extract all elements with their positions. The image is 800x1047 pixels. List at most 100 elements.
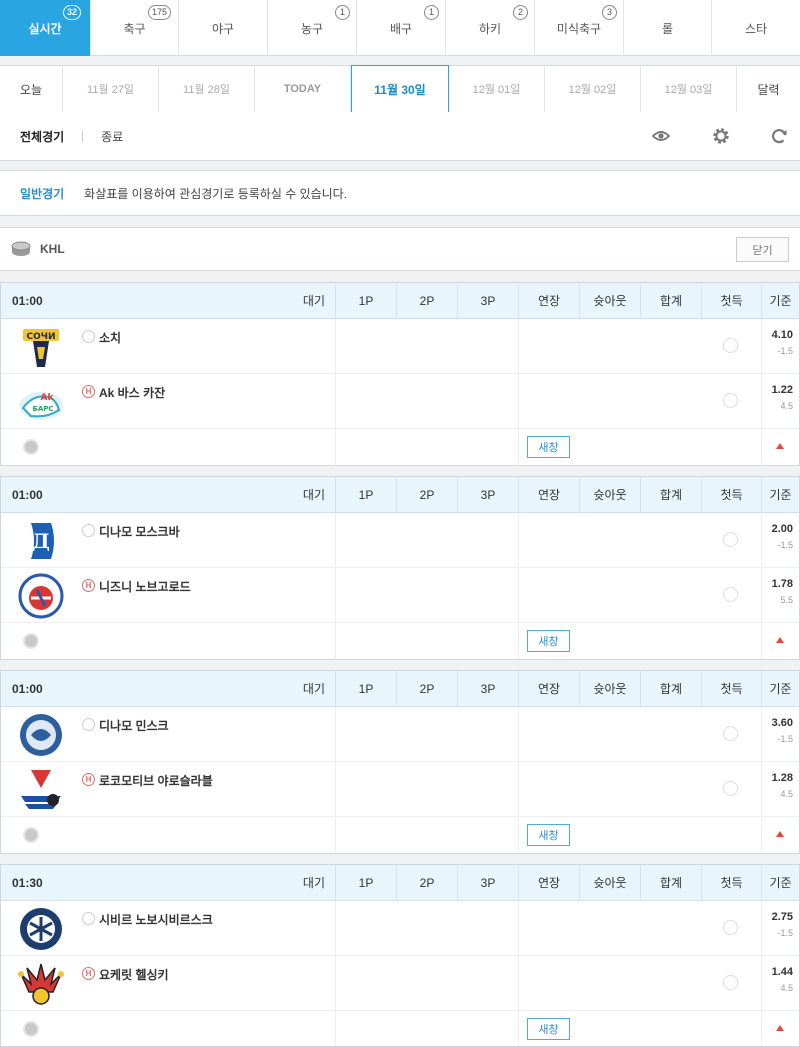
- away-mark: [82, 718, 95, 731]
- filter-bar: 전체경기 종료: [0, 112, 800, 161]
- team-odds: 4.10: [771, 329, 793, 341]
- date-item-selected[interactable]: 11월 30일: [351, 65, 449, 113]
- first-goal-radio[interactable]: [723, 975, 738, 990]
- team-name: 디나모 민스크: [99, 719, 169, 733]
- col-header-2p: 2P: [396, 671, 457, 707]
- first-goal-radio[interactable]: [723, 587, 738, 602]
- team-logo-sibir: [20, 908, 62, 950]
- match-header: 01:00 대기 1P 2P 3P 연장 슛아웃 합계 첫득 기준: [1, 477, 799, 513]
- gear-icon[interactable]: [711, 126, 731, 146]
- tab-hockey[interactable]: 하키 2: [446, 0, 535, 56]
- team-name: 니즈니 노브고로드: [99, 580, 191, 594]
- refresh-icon[interactable]: [769, 126, 789, 146]
- team-odds: 1.44: [771, 966, 793, 978]
- tab-label: 스타: [744, 21, 768, 36]
- col-header-3p: 3P: [457, 477, 518, 513]
- col-header-total: 합계: [640, 477, 701, 513]
- close-league-button[interactable]: 닫기: [736, 237, 789, 262]
- tab-starcraft[interactable]: 스타: [712, 0, 800, 56]
- svg-text:Д: Д: [32, 529, 50, 553]
- arrow-up-icon[interactable]: [776, 831, 784, 837]
- team-odds: 1.78: [771, 578, 793, 590]
- svg-text:БАРС: БАРС: [32, 405, 53, 413]
- favorite-toggle-icon[interactable]: [23, 1021, 39, 1037]
- tab-label: 하키: [478, 21, 502, 36]
- col-header-overtime: 연장: [518, 283, 579, 319]
- team-name: 로코모티브 야로슬라블: [99, 774, 213, 788]
- tab-volleyball[interactable]: 배구 1: [357, 0, 446, 56]
- away-mark: [82, 330, 95, 343]
- team-handicap: 5.5: [780, 595, 793, 605]
- match-footer: 새창: [1, 1011, 799, 1047]
- col-header-3p: 3P: [457, 671, 518, 707]
- date-item[interactable]: 12월 02일: [545, 66, 641, 112]
- filter-ended-games[interactable]: 종료: [101, 128, 123, 145]
- svg-text:СОЧИ: СОЧИ: [26, 332, 55, 342]
- arrow-up-icon[interactable]: [776, 443, 784, 449]
- favorite-toggle-icon[interactable]: [23, 439, 39, 455]
- match-time: 01:00: [12, 682, 43, 696]
- col-header-first-goal: 첫득: [701, 865, 761, 901]
- col-header-total: 합계: [640, 671, 701, 707]
- tab-basketball[interactable]: 농구 1: [268, 0, 357, 56]
- favorite-toggle-icon[interactable]: [23, 633, 39, 649]
- col-header-2p: 2P: [396, 477, 457, 513]
- favorite-toggle-icon[interactable]: [23, 827, 39, 843]
- arrow-up-icon[interactable]: [776, 1025, 784, 1031]
- new-window-button[interactable]: 새창: [527, 1018, 570, 1040]
- new-window-button[interactable]: 새창: [527, 630, 570, 652]
- first-goal-radio[interactable]: [723, 781, 738, 796]
- tab-baseball[interactable]: 야구: [179, 0, 268, 56]
- sport-tabs: 실시간 32 축구 175 야구 농구 1 배구 1 하키 2 미식축구 3 롤…: [0, 0, 800, 56]
- first-goal-radio[interactable]: [723, 726, 738, 741]
- date-item[interactable]: 12월 01일: [449, 66, 545, 112]
- date-today-link[interactable]: 오늘: [0, 66, 63, 112]
- col-header-base: 기준: [761, 865, 799, 901]
- tab-label: 실시간: [28, 21, 62, 36]
- team-row-away: СОЧИ 소치 4.10 -1.5: [1, 319, 799, 374]
- col-header-first-goal: 첫득: [701, 283, 761, 319]
- match-block: 01:00 대기 1P 2P 3P 연장 슛아웃 합계 첫득 기준 디나모 민스…: [0, 670, 800, 854]
- col-header-first-goal: 첫득: [701, 477, 761, 513]
- date-item[interactable]: 11월 28일: [159, 66, 255, 112]
- tab-soccer[interactable]: 축구 175: [91, 0, 179, 56]
- match-footer: 새창: [1, 817, 799, 853]
- calendar-link[interactable]: 달력: [737, 66, 800, 112]
- tab-label: 배구: [389, 21, 413, 36]
- col-header-1p: 1P: [335, 671, 396, 707]
- match-status: 대기: [302, 488, 325, 502]
- tab-lol[interactable]: 롤: [624, 0, 712, 56]
- first-goal-radio[interactable]: [723, 920, 738, 935]
- team-name: 디나모 모스크바: [99, 525, 180, 539]
- filter-all-games[interactable]: 전체경기: [20, 128, 64, 145]
- col-header-3p: 3P: [457, 865, 518, 901]
- tab-live[interactable]: 실시간 32: [0, 0, 91, 56]
- col-header-1p: 1P: [335, 477, 396, 513]
- date-item-today[interactable]: TODAY: [255, 66, 351, 112]
- col-header-1p: 1P: [335, 865, 396, 901]
- team-handicap: 4.5: [780, 401, 793, 411]
- team-handicap: -1.5: [777, 346, 793, 356]
- date-item[interactable]: 12월 03일: [641, 66, 737, 112]
- filter-divider: [82, 130, 84, 142]
- tab-label: 농구: [300, 21, 324, 36]
- team-logo-dinamo-minsk: [20, 714, 62, 756]
- tab-american-football[interactable]: 미식축구 3: [535, 0, 624, 56]
- col-header-total: 합계: [640, 283, 701, 319]
- first-goal-radio[interactable]: [723, 532, 738, 547]
- eye-icon[interactable]: [651, 126, 671, 146]
- tab-count-badge: 1: [335, 5, 350, 20]
- team-odds: 1.28: [771, 772, 793, 784]
- league-header: KHL 닫기: [0, 227, 800, 271]
- match-status: 대기: [302, 876, 325, 890]
- new-window-button[interactable]: 새창: [527, 436, 570, 458]
- team-row-home: Ak БАРС H Ak 바스 카잔 1.22 4.5: [1, 374, 799, 429]
- arrow-up-icon[interactable]: [776, 637, 784, 643]
- first-goal-radio[interactable]: [723, 338, 738, 353]
- date-item[interactable]: 11월 27일: [63, 66, 159, 112]
- new-window-button[interactable]: 새창: [527, 824, 570, 846]
- col-header-shootout: 슛아웃: [579, 671, 640, 707]
- first-goal-radio[interactable]: [723, 393, 738, 408]
- tab-label: 축구: [123, 21, 146, 36]
- team-logo-jokerit: [18, 963, 64, 1005]
